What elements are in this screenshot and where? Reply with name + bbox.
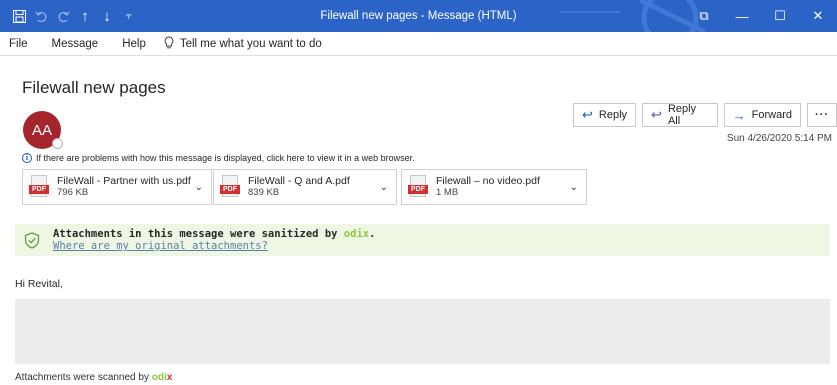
info-bar-text: If there are problems with how this mess… <box>36 153 415 163</box>
message-greeting: Hi Revital, <box>15 278 63 290</box>
window-controls: ⧉ — ☐ ✕ <box>685 0 837 32</box>
menu-file[interactable]: File <box>0 32 40 56</box>
attachment-3[interactable]: PDF Filewall – no video.pdf 1 MB ⌄ <box>401 169 587 205</box>
save-icon[interactable] <box>8 0 30 32</box>
reply-all-label: Reply All <box>667 103 697 127</box>
reply-all-button[interactable]: ↩ Reply All <box>642 103 718 127</box>
pdf-icon: PDF <box>220 175 240 199</box>
reply-button[interactable]: ↩ Reply <box>573 103 637 127</box>
pdf-icon: PDF <box>29 175 49 199</box>
close-button[interactable]: ✕ <box>799 0 837 32</box>
restore-ribbon-icon[interactable]: ⧉ <box>685 0 723 32</box>
scan-footer: Attachments were scanned by odix <box>15 372 173 383</box>
sanitized-banner: Attachments in this message were sanitiz… <box>15 224 830 256</box>
quick-access-toolbar: ↑ ↓ ⫧ <box>8 0 140 32</box>
reply-all-icon: ↩ <box>651 107 662 122</box>
down-arrow-icon[interactable]: ↓ <box>96 0 118 32</box>
reply-icon: ↩ <box>582 107 593 122</box>
chevron-down-icon[interactable]: ⌄ <box>380 182 388 193</box>
attachment-name: Filewall – no video.pdf <box>436 175 540 187</box>
tell-me-search[interactable]: Tell me what you want to do <box>158 35 322 52</box>
odix-logo: odi <box>151 372 167 383</box>
shield-check-icon <box>24 232 40 254</box>
attachment-name: FileWall - Q and A.pdf <box>248 175 350 187</box>
message-body-block <box>15 299 830 364</box>
forward-icon: → <box>732 107 746 123</box>
title-bar: ↑ ↓ ⫧ Filewall new pages - Message (HTML… <box>0 0 837 32</box>
forward-button[interactable]: → Forward <box>723 103 801 127</box>
attachment-1[interactable]: PDF FileWall - Partner with us.pdf 796 K… <box>22 169 212 205</box>
chevron-down-icon[interactable]: ⌄ <box>195 182 203 193</box>
info-bar[interactable]: i If there are problems with how this me… <box>22 153 415 163</box>
forward-label: Forward <box>751 109 792 121</box>
attachment-size: 796 KB <box>57 187 89 198</box>
presence-indicator <box>52 138 63 149</box>
up-arrow-icon[interactable]: ↑ <box>74 0 96 32</box>
message-date: Sun 4/26/2020 5:14 PM <box>726 133 832 144</box>
pdf-icon: PDF <box>408 175 428 199</box>
attachment-size: 1 MB <box>436 187 459 198</box>
customize-toolbar-icon[interactable]: ⫧ <box>118 0 140 32</box>
redo-icon[interactable] <box>52 0 74 32</box>
message-actions: ↩ Reply ↩ Reply All → Forward ··· <box>573 103 837 127</box>
tell-me-label: Tell me what you want to do <box>179 37 322 50</box>
undo-icon[interactable] <box>30 0 52 32</box>
chevron-down-icon[interactable]: ⌄ <box>570 182 578 193</box>
more-actions-button[interactable]: ··· <box>807 103 837 127</box>
info-icon: i <box>22 153 32 163</box>
menu-help[interactable]: Help <box>110 32 158 56</box>
message-subject: Filewall new pages <box>22 78 166 97</box>
menu-bar: File Message Help Tell me what you want … <box>0 32 837 56</box>
minimize-button[interactable]: — <box>723 0 761 32</box>
attachment-size: 839 KB <box>248 187 280 198</box>
odix-brand: odix <box>343 228 370 240</box>
attachment-name: FileWall - Partner with us.pdf <box>57 175 191 187</box>
original-attachments-link[interactable]: Where are my original attachments? <box>53 240 375 252</box>
lightbulb-icon <box>164 35 174 52</box>
maximize-button[interactable]: ☐ <box>761 0 799 32</box>
menu-message[interactable]: Message <box>40 32 111 56</box>
attachment-2[interactable]: PDF FileWall - Q and A.pdf 839 KB ⌄ <box>213 169 397 205</box>
reply-label: Reply <box>598 109 628 121</box>
banner-text: Attachments in this message were sanitiz… <box>53 228 376 240</box>
